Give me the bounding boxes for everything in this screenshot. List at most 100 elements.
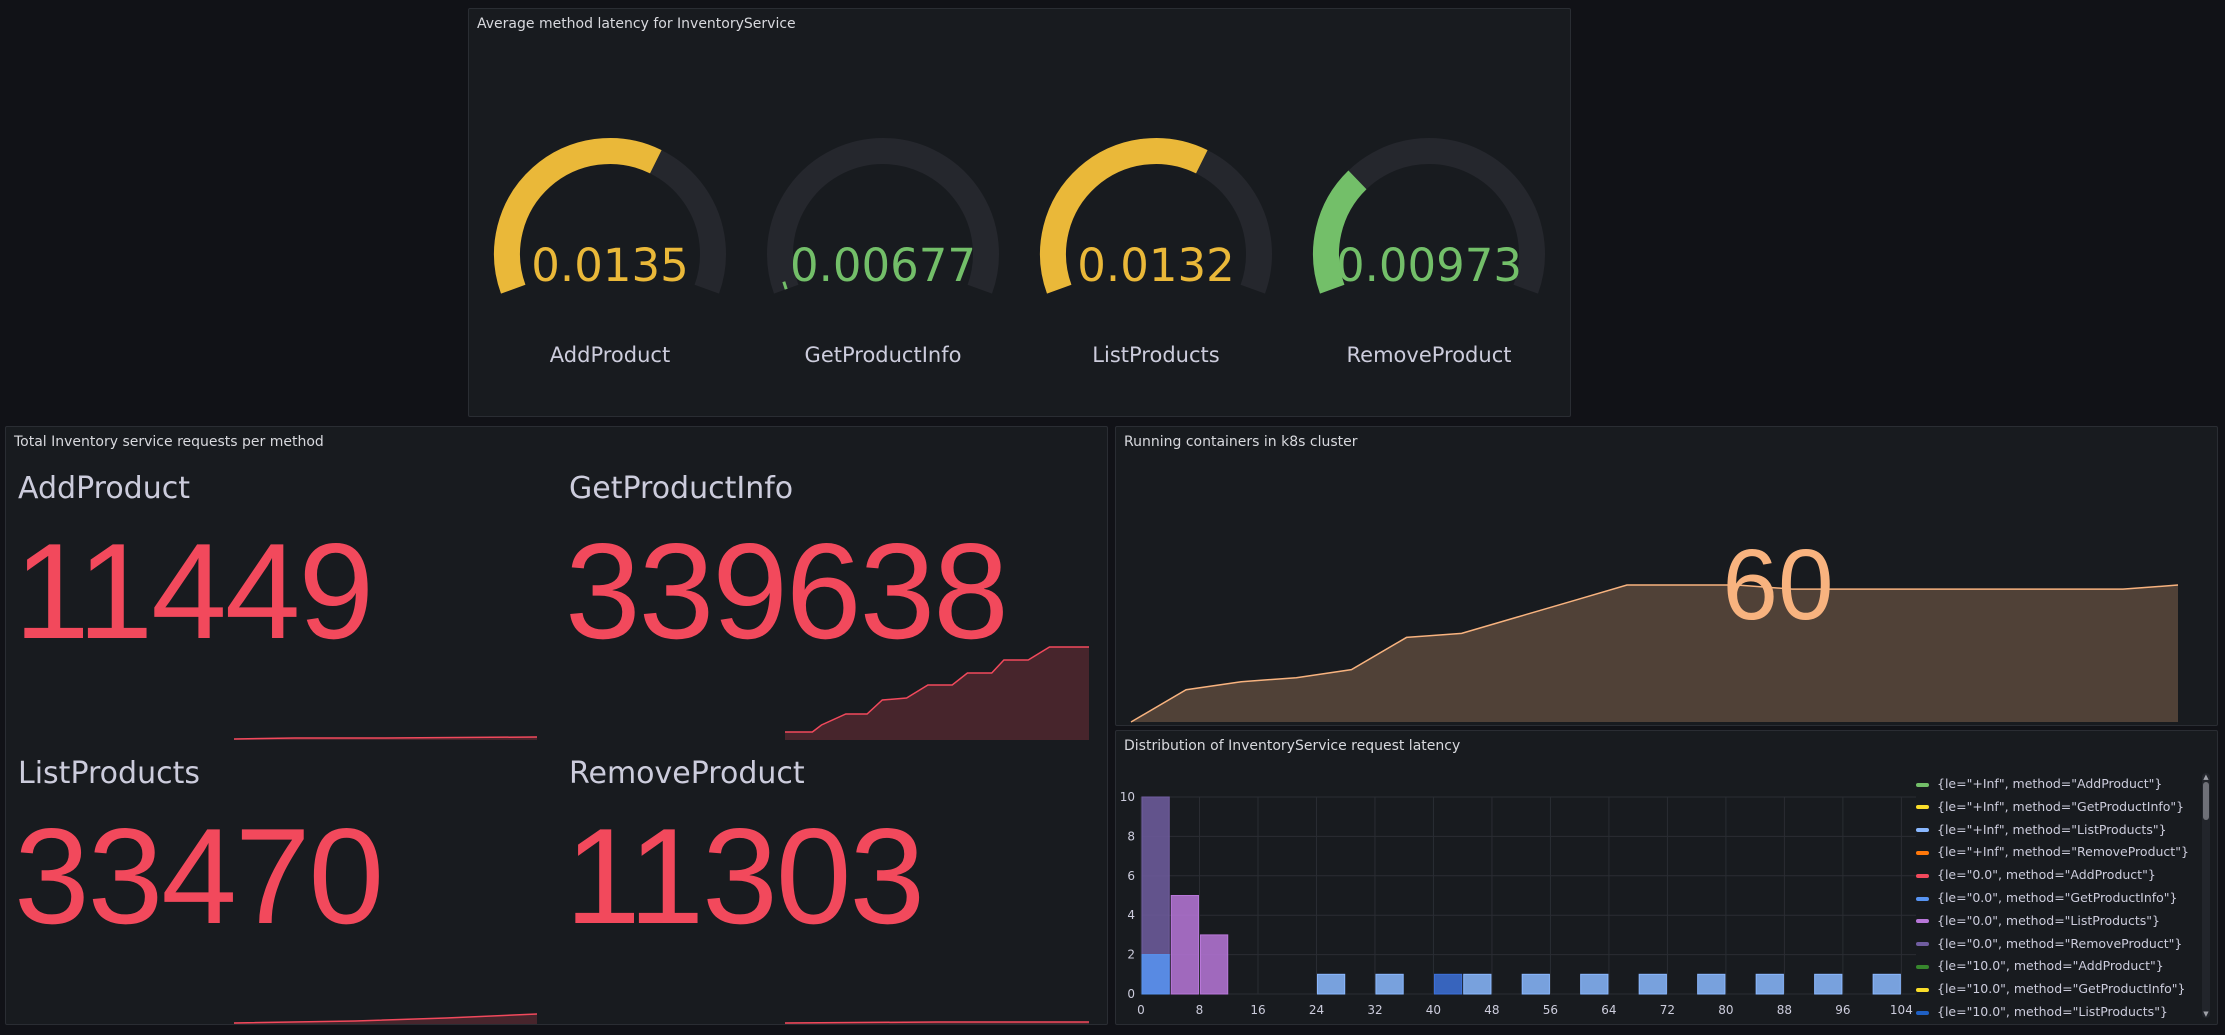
gauge-label: AddProduct: [549, 343, 671, 367]
legend-label: {le="0.0", method="AddProduct"}: [1937, 867, 2156, 883]
sparkline-fill: [785, 1022, 1089, 1024]
stat-value: 11303: [565, 800, 925, 952]
histogram-bar: [1170, 895, 1199, 995]
legend-label: {le="+Inf", method="ListProducts"}: [1937, 821, 2167, 837]
x-tick-label: 96: [1835, 1003, 1850, 1017]
x-tick-label: 16: [1250, 1003, 1265, 1017]
x-tick-label: 40: [1426, 1003, 1441, 1017]
histogram-bar: [1316, 973, 1346, 995]
legend-swatch-icon: [1916, 873, 1929, 878]
legend-swatch-icon: [1916, 782, 1929, 787]
panel-title[interactable]: Total Inventory service requests per met…: [14, 434, 324, 450]
y-tick-label: 8: [1127, 829, 1135, 843]
sparkline: [233, 1013, 538, 1024]
y-tick-label: 0: [1127, 987, 1135, 1001]
sparkline: [233, 736, 538, 740]
x-tick-label: 48: [1484, 1003, 1499, 1017]
sparkline: [784, 1021, 1089, 1024]
legend-label: {le="0.0", method="GetProductInfo"}: [1937, 890, 2178, 905]
legend-item[interactable]: {le="+Inf", method="ListProducts"}: [1916, 819, 2167, 841]
containers-value: 60: [1722, 529, 1834, 641]
legend-swatch-icon: [1916, 828, 1929, 833]
legend-swatch-icon: [1916, 805, 1929, 810]
legend-swatch-icon: [1916, 987, 1929, 992]
x-tick-label: 64: [1601, 1003, 1616, 1017]
legend-item[interactable]: {le="10.0", method="ListProducts"}: [1916, 1001, 2168, 1023]
legend-swatch-icon: [1916, 896, 1929, 901]
legend-swatch-icon: [1916, 964, 1929, 969]
histogram-bar: [1141, 954, 1170, 995]
histogram-bar: [1463, 973, 1492, 995]
histogram-bar: [1375, 973, 1404, 995]
stat-value: 339638: [565, 515, 1009, 667]
histogram-bar: [1755, 973, 1784, 995]
y-tick-label: 2: [1127, 948, 1135, 962]
histogram-bar: [1638, 973, 1667, 995]
y-tick-label: 10: [1120, 790, 1135, 804]
x-tick-label: 72: [1660, 1003, 1675, 1017]
stat-value: 33470: [14, 800, 384, 952]
legend-label: {le="0.0", method="ListProducts"}: [1937, 912, 2160, 928]
scroll-down-icon[interactable]: ▼: [2202, 1010, 2210, 1018]
histogram-bar: [1872, 973, 1901, 995]
gauge-value: 0.00677: [790, 239, 976, 292]
legend-swatch-icon: [1916, 919, 1929, 924]
legend-label: {le="0.0", method="RemoveProduct"}: [1937, 935, 2183, 951]
legend-label: {le="+Inf", method="GetProductInfo"}: [1937, 798, 2185, 814]
total-requests-panel: Total Inventory service requests per met…: [5, 426, 1108, 1025]
stat-name: RemoveProduct: [569, 756, 805, 791]
histogram-bar: [1814, 973, 1843, 995]
stat-name: GetProductInfo: [569, 471, 794, 506]
stat-value: 11449: [14, 515, 374, 667]
sparkline-fill: [234, 737, 537, 740]
legend-label: {le="10.0", method="AddProduct"}: [1937, 958, 2164, 974]
x-tick-label: 0: [1137, 1003, 1145, 1017]
histogram-bar: [1697, 973, 1726, 995]
legend-item[interactable]: {le="+Inf", method="RemoveProduct"}: [1916, 841, 2189, 863]
legend-label: {le="+Inf", method="RemoveProduct"}: [1937, 844, 2189, 860]
containers-panel: Running containers in k8s cluster 60: [1115, 426, 2218, 726]
stat-name: ListProducts: [18, 756, 200, 791]
legend-swatch-icon: [1916, 1010, 1929, 1015]
gauge-label: RemoveProduct: [1346, 343, 1512, 367]
legend-label: {le="10.0", method="GetProductInfo"}: [1937, 981, 2186, 997]
legend-label: {le="+Inf", method="AddProduct"}: [1937, 776, 2163, 791]
x-tick-label: 24: [1309, 1003, 1324, 1017]
legend-item[interactable]: {le="0.0", method="RemoveProduct"}: [1916, 933, 2182, 955]
x-tick-label: 80: [1718, 1003, 1733, 1017]
legend-item[interactable]: {le="0.0", method="GetProductInfo"}: [1916, 887, 2178, 909]
scroll-up-icon[interactable]: ▲: [2202, 773, 2210, 781]
histogram-bar: [1580, 973, 1609, 995]
x-tick-label: 8: [1196, 1003, 1204, 1017]
latency-gauges-panel: Average method latency for InventoryServ…: [468, 8, 1571, 417]
gauge-label: GetProductInfo: [804, 343, 962, 367]
histogram-bar: [1433, 973, 1463, 995]
y-tick-label: 4: [1127, 908, 1135, 922]
stat-name: AddProduct: [18, 471, 190, 506]
gauge-label: ListProducts: [1092, 343, 1220, 367]
legend: {le="+Inf", method="AddProduct"} {le="+In…: [1916, 773, 2196, 1023]
gauge-value: 0.0132: [1077, 239, 1234, 292]
y-tick-label: 6: [1127, 869, 1135, 883]
gauge-value: 0.0135: [531, 239, 688, 292]
legend-swatch-icon: [1916, 850, 1929, 855]
x-tick-label: 104: [1890, 1003, 1913, 1017]
histogram-bar: [1199, 934, 1229, 995]
x-tick-label: 88: [1777, 1003, 1792, 1017]
legend-item[interactable]: {le="+Inf", method="GetProductInfo"}: [1916, 796, 2184, 818]
latency-distribution-panel: Distribution of InventoryService request…: [1115, 730, 2218, 1025]
legend-scrollbar[interactable]: ▲ ▼: [2202, 773, 2210, 1018]
legend-item[interactable]: {le="+Inf", method="AddProduct"}: [1916, 773, 2162, 795]
x-tick-label: 56: [1543, 1003, 1558, 1017]
legend-item[interactable]: {le="0.0", method="AddProduct"}: [1916, 864, 2156, 886]
scroll-thumb[interactable]: [2203, 782, 2209, 820]
legend-item[interactable]: {le="10.0", method="GetProductInfo"}: [1916, 978, 2185, 1000]
latency-histogram: 02468100 8 16 24 32 40 48 56 64 72 80 88 96 104: [1120, 790, 1916, 1017]
legend-swatch-icon: [1916, 942, 1929, 947]
legend-item[interactable]: {le="0.0", method="ListProducts"}: [1916, 910, 2160, 932]
legend-label: {le="10.0", method="ListProducts"}: [1937, 1004, 2168, 1019]
sparkline-fill: [234, 1014, 537, 1024]
x-tick-label: 32: [1367, 1003, 1382, 1017]
legend-item[interactable]: {le="10.0", method="AddProduct"}: [1916, 955, 2164, 977]
gauge-value: 0.00973: [1336, 239, 1522, 292]
